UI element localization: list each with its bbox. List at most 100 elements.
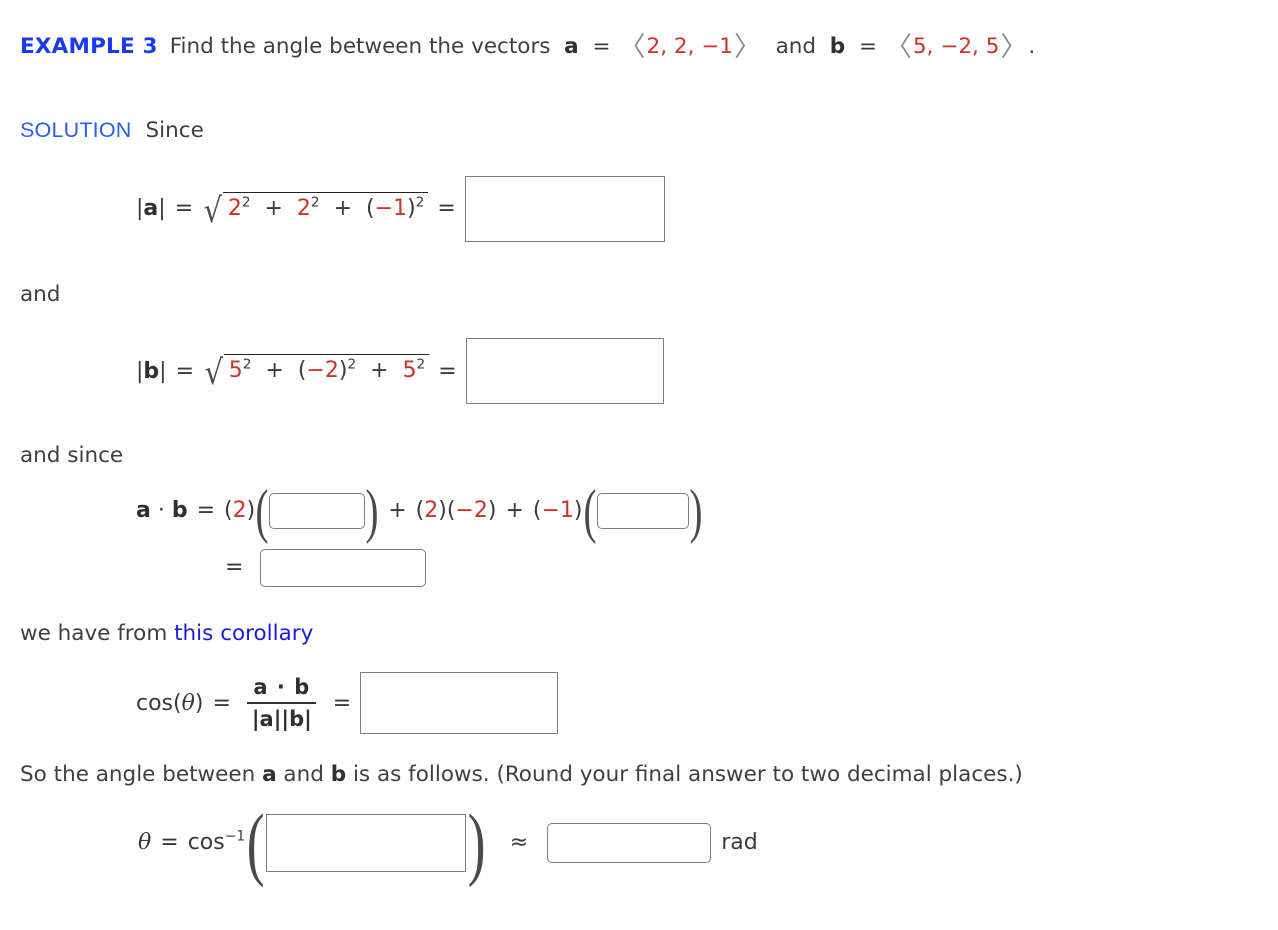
factor1-paren-open: ( — [224, 498, 233, 523]
sentence-period: . — [1028, 34, 1036, 59]
equals-sign: = — [175, 358, 195, 384]
equals-sign: = — [174, 196, 194, 221]
abs-bar-left: | — [136, 358, 144, 384]
abs-bar-right: | — [158, 196, 166, 221]
numerator-vector-b: b — [294, 675, 311, 699]
plus-sign-1: + — [388, 498, 407, 523]
dot-product-equation: a · b = (2) ( ) + (2)(−2) + (−1) ( ) — [136, 477, 702, 544]
solution-header: SOLUTION Since — [0, 118, 1278, 143]
example-label: EXAMPLE 3 — [20, 34, 158, 59]
cosine-equation: cos(θ) = a · b |a||b| = — [0, 672, 1278, 734]
radicand: 22 + 22 + (−1)2 — [222, 191, 429, 226]
angle-bracket-close-icon: 〉 — [733, 32, 761, 63]
equals-sign: = — [196, 498, 216, 523]
abs-bar-right: | — [159, 358, 167, 384]
magnitude-a-input[interactable] — [464, 175, 665, 242]
dot-product-sum-row: = — [0, 548, 1278, 587]
solution-intro: Since — [145, 118, 204, 143]
dot-product-sum-input[interactable] — [260, 548, 427, 587]
prompt-text: Find the angle between the vectors — [169, 34, 551, 59]
dot-product-blank-2-input[interactable] — [596, 492, 689, 529]
connector-and: and — [20, 281, 61, 307]
term1-exponent: 2 — [242, 356, 252, 373]
cos-paren-close: ) — [194, 690, 204, 716]
plus-sign-2: + — [333, 195, 353, 221]
radical-icon: √ — [203, 190, 223, 231]
plus-sign-2: + — [370, 358, 389, 383]
factor1-paren-close: ) — [246, 498, 256, 523]
plus-sign-1: + — [264, 195, 283, 221]
term3-base: −1 — [374, 195, 408, 221]
fraction-denominator: |a||b| — [251, 707, 312, 731]
problem-page: EXAMPLE 3 Find the angle between the vect… — [0, 16, 1278, 888]
equals-sign-2: = — [332, 690, 352, 716]
term2-exponent: 2 — [347, 356, 357, 373]
cos-text: cos — [187, 830, 225, 855]
equals-sign-2: = — [858, 34, 877, 59]
term2-base: −2 — [306, 358, 339, 383]
closing-pre: So the angle between — [20, 762, 256, 787]
conjunction-and: and — [775, 34, 817, 59]
cosine-fraction: a · b |a||b| — [246, 675, 318, 731]
term3-exponent: 2 — [415, 194, 425, 211]
magnitude-b-input[interactable] — [465, 338, 664, 404]
equals-sign-2: = — [437, 196, 456, 221]
term3-paren-close: ) — [407, 195, 416, 221]
dot-product-blank-1-input[interactable] — [269, 492, 366, 529]
equals-sign: = — [592, 34, 611, 59]
term1-exponent: 2 — [241, 194, 251, 211]
term3-exponent: 2 — [416, 356, 426, 373]
angle-bracket-close-icon-2: 〉 — [1000, 32, 1028, 63]
example-header: EXAMPLE 3 Find the angle between the vect… — [0, 16, 1278, 61]
radical-icon: √ — [204, 353, 224, 393]
magnitude-b-equation: | b | = √ 52 + (−2)2 + 52 = — [0, 338, 1278, 404]
plus-sign-2: + — [505, 498, 524, 523]
vector-b-components: 5, −2, 5 — [912, 34, 1000, 59]
closing-post: is as follows. (Round your final answer … — [352, 762, 1023, 787]
theta-symbol: θ — [181, 690, 195, 716]
cos-label: cos( — [136, 690, 182, 716]
factor2-paren-close: ) — [438, 498, 447, 523]
equals-sign: = — [212, 690, 231, 716]
closing-vector-b: b — [330, 762, 347, 787]
fraction-numerator: a · b — [247, 675, 317, 704]
final-angle-equation: θ = cos−1 ( ) ≈ rad — [138, 796, 758, 888]
factor2-value: 2 — [424, 498, 439, 523]
numerator-dot-icon: · — [276, 675, 286, 699]
factor3-paren-close: ) — [487, 498, 497, 523]
abs-bar-left: | — [136, 196, 144, 221]
term1-base: 2 — [227, 195, 242, 221]
plus-sign-1: + — [265, 358, 284, 383]
term3-paren-open: ( — [366, 195, 375, 221]
cosine-value-input[interactable] — [360, 672, 559, 734]
corollary-pre-text: we have from — [20, 620, 168, 646]
equals-sign-2: = — [438, 358, 457, 384]
square-root-expression: √ 52 + (−2)2 + 52 — [203, 353, 430, 393]
term1-base: 5 — [228, 358, 243, 383]
vector-b-symbol: b — [829, 34, 846, 59]
vector-a-components: 2, 2, −1 — [646, 34, 733, 59]
dot-vector-b: b — [171, 498, 188, 523]
term2-exponent: 2 — [310, 194, 320, 211]
dot-vector-a: a — [136, 498, 151, 523]
term2-base: 2 — [296, 195, 311, 221]
theta-symbol: θ — [138, 830, 152, 855]
magnitude-a-vector: a — [143, 196, 159, 221]
vector-a-symbol: a — [564, 34, 579, 59]
radicand: 52 + (−2)2 + 52 — [223, 354, 430, 388]
factor2-paren-open: ( — [415, 498, 425, 523]
unit-label: rad — [721, 830, 758, 855]
factor3-paren-open: ( — [446, 498, 456, 523]
approx-sign: ≈ — [509, 830, 529, 855]
closing-mid: and — [283, 762, 324, 787]
numerator-vector-a: a — [253, 675, 269, 699]
final-answer-input[interactable] — [547, 822, 712, 863]
final-cosine-input[interactable] — [266, 813, 467, 872]
cos-function-open: cos(θ) — [136, 691, 203, 716]
equals-sign: = — [160, 830, 179, 855]
this-corollary-link[interactable]: this corollary — [174, 621, 313, 646]
closing-sentence: So the angle between a and b is as follo… — [0, 764, 1278, 786]
arccos-label: cos−1 — [188, 830, 245, 855]
magnitude-b-vector: b — [143, 358, 160, 384]
factor1-value: 2 — [232, 498, 247, 523]
